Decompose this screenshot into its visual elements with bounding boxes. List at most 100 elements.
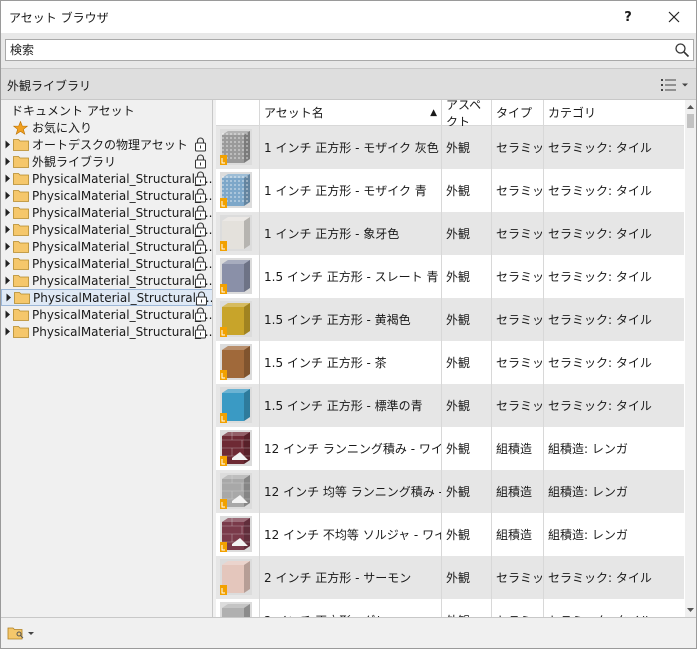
scrollbar-thumb[interactable] (687, 114, 694, 128)
expand-arrow-icon[interactable] (5, 259, 11, 268)
expand-arrow-icon[interactable] (5, 225, 11, 234)
asset-type-cell: セラミック (492, 298, 544, 341)
expand-arrow-icon[interactable] (6, 293, 12, 302)
folder-icon (13, 172, 29, 185)
table-row[interactable]: 1.5 インチ 正方形 - 茶外観セラミックセラミック: タイル (216, 341, 684, 384)
tree-item[interactable]: PhysicalMaterial_Structural_... (1, 170, 213, 187)
thumbnail-cell (216, 169, 260, 212)
table-row[interactable]: 1.5 インチ 正方形 - 黄褐色外観セラミックセラミック: タイル (216, 298, 684, 341)
thumbnail-cell (216, 212, 260, 255)
expand-arrow-icon[interactable] (5, 157, 11, 166)
lock-icon (195, 307, 206, 322)
asset-browser-window: アセット ブラウザ ? 外観ライブラリ ドキュメント アセットお気に入りオートデ… (0, 0, 697, 649)
thumbnail-cell (216, 513, 260, 556)
asset-name-cell: 1 インチ 正方形 - モザイク 青 (260, 169, 442, 212)
lock-icon (195, 137, 206, 152)
lock-icon (195, 205, 206, 220)
tree-item-label: ドキュメント アセット (11, 104, 135, 118)
asset-category-cell: 組積造: レンガ (548, 485, 628, 499)
tree-item[interactable]: ドキュメント アセット (1, 102, 212, 119)
lock-icon (195, 256, 206, 271)
search-icon[interactable] (674, 42, 690, 58)
tree-item[interactable]: PhysicalMaterial_Structural_... (1, 255, 212, 272)
table-row[interactable]: 12 インチ ランニング積み - ワイン色外観組積造組積造: レンガ (216, 427, 684, 470)
material-swatch (220, 344, 252, 380)
star-icon (13, 120, 28, 135)
tree-item-label: PhysicalMaterial_Structural_... (32, 171, 213, 186)
scroll-up-icon[interactable] (685, 102, 696, 112)
thumbnail-cell (216, 470, 260, 513)
expand-arrow-icon[interactable] (5, 310, 11, 319)
asset-name-cell: 1.5 インチ 正方形 - 茶 (260, 341, 442, 384)
asset-aspect-cell: 外観 (442, 212, 492, 255)
table-row[interactable]: 12 インチ 不均等 ソルジャ - ワイン色外観組積造組積造: レンガ (216, 513, 684, 556)
expand-arrow-icon[interactable] (5, 191, 11, 200)
asset-type-cell: 組積造 (492, 513, 544, 556)
asset-type-cell: セラミック (492, 212, 544, 255)
thumbnail-cell (216, 556, 260, 599)
vertical-scrollbar[interactable] (685, 100, 696, 617)
asset-table: アセット名 ▲ アスペクト タイプ カテゴリ 1 インチ 正方形 - モザイク … (216, 100, 696, 617)
asset-name-cell: 12 インチ ランニング積み - ワイン色 (260, 427, 442, 470)
tree-item[interactable]: PhysicalMaterial_Structural_... (1, 323, 212, 340)
lock-icon (195, 154, 206, 169)
asset-name-cell: 12 インチ 均等 ランニング積み - 灰色 (260, 470, 442, 513)
thumbnail-cell (216, 126, 260, 169)
folder-icon (13, 308, 29, 321)
asset-type-cell: セラミック (492, 255, 544, 298)
scroll-down-icon[interactable] (685, 605, 696, 615)
asset-name-cell: 1 インチ 正方形 - モザイク 灰色 (260, 126, 442, 169)
expand-arrow-icon[interactable] (5, 140, 11, 149)
expand-arrow-icon[interactable] (5, 276, 11, 285)
tree-item[interactable]: PhysicalMaterial_Structural_... (1, 306, 212, 323)
tree-item-label: お気に入り (32, 121, 93, 135)
tree-item[interactable]: お気に入り (1, 119, 212, 136)
close-button[interactable] (652, 1, 696, 33)
library-title: 外観ライブラリ (7, 79, 92, 93)
table-row[interactable]: 1.5 インチ 正方形 - スレート 青外観セラミックセラミック: タイル (216, 255, 684, 298)
tree-item[interactable]: PhysicalMaterial_Structural_... (1, 272, 212, 289)
material-swatch (220, 559, 252, 595)
column-header-aspect[interactable]: アスペクト (442, 100, 492, 129)
table-row[interactable]: 2 インチ 正方形 - グレー外観セラミックセラミック: タイル (216, 599, 684, 617)
asset-category-cell: セラミック: タイル (548, 313, 652, 327)
tree-item[interactable]: PhysicalMaterial_Structural_... (1, 187, 213, 204)
asset-name-cell: 1.5 インチ 正方形 - 黄褐色 (260, 298, 442, 341)
tree-item[interactable]: PhysicalMaterial_Structural_... (1, 204, 212, 221)
footer-bar (1, 617, 696, 648)
table-row[interactable]: 1.5 インチ 正方形 - 標準の青外観セラミックセラミック: タイル (216, 384, 684, 427)
table-row[interactable]: 12 インチ 均等 ランニング積み - 灰色外観組積造組積造: レンガ (216, 470, 684, 513)
asset-aspect-cell: 外観 (442, 556, 492, 599)
expand-arrow-icon[interactable] (5, 242, 11, 251)
list-view-icon (661, 79, 676, 91)
tree-item[interactable]: PhysicalMaterial_Structural_... (1, 289, 212, 306)
tree-item[interactable]: 外観ライブラリ (1, 153, 212, 170)
expand-arrow-icon[interactable] (5, 208, 11, 217)
thumbnail-cell (216, 298, 260, 341)
tree-item[interactable]: オートデスクの物理アセット (1, 136, 212, 153)
help-button[interactable]: ? (606, 1, 650, 33)
column-header-name[interactable]: アセット名 ▲ (260, 100, 442, 126)
table-row[interactable]: 1 インチ 正方形 - モザイク 灰色外観セラミックセラミック: タイル (216, 126, 684, 169)
asset-aspect-cell: 外観 (442, 599, 492, 617)
folder-icon (13, 155, 29, 168)
expand-arrow-icon[interactable] (5, 174, 11, 183)
asset-type-cell: セラミック (492, 599, 544, 617)
material-swatch (220, 172, 252, 208)
asset-aspect-cell: 外観 (442, 427, 492, 470)
folder-icon (13, 206, 29, 219)
material-swatch (220, 473, 252, 509)
column-header-category[interactable]: カテゴリ (544, 100, 684, 126)
table-row[interactable]: 2 インチ 正方形 - サーモン外観セラミックセラミック: タイル (216, 556, 684, 599)
tree-item-label: PhysicalMaterial_Structural_... (32, 188, 213, 203)
tree-item[interactable]: PhysicalMaterial_Structural_... (1, 221, 212, 238)
column-header-type[interactable]: タイプ (492, 100, 544, 126)
library-options-button[interactable] (7, 625, 37, 643)
lock-icon (196, 291, 207, 306)
expand-arrow-icon[interactable] (5, 327, 11, 336)
tree-item[interactable]: PhysicalMaterial_Structural_... (1, 238, 212, 255)
table-row[interactable]: 1 インチ 正方形 - 象牙色外観セラミックセラミック: タイル (216, 212, 684, 255)
table-row[interactable]: 1 インチ 正方形 - モザイク 青外観セラミックセラミック: タイル (216, 169, 684, 212)
search-input[interactable] (6, 40, 666, 60)
view-options-button[interactable] (661, 76, 691, 94)
